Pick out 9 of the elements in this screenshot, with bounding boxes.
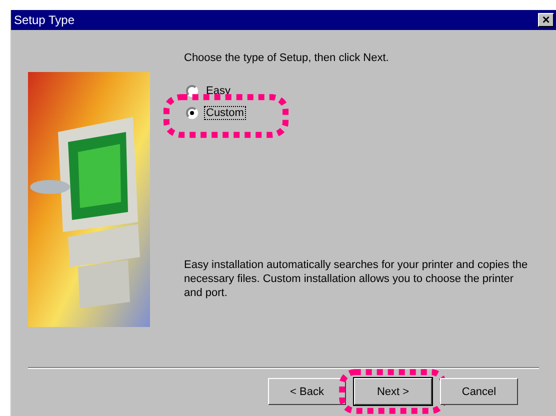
- dialog-button[interactable]: < Back: [268, 378, 346, 405]
- description-text: Easy installation automatically searches for your printer and copies the necessary files. Custom installation allows you to choose the printer and port.: [184, 258, 529, 300]
- close-button[interactable]: ×: [538, 13, 554, 27]
- dialog-button[interactable]: Next >: [354, 378, 432, 405]
- radio-button[interactable]: [186, 107, 198, 119]
- radio-option[interactable]: Easy: [186, 84, 232, 98]
- instruction-text: Choose the type of Setup, then click Next.: [184, 52, 390, 64]
- window-title: Setup Type: [14, 13, 74, 27]
- dialog-button[interactable]: Cancel: [440, 378, 518, 405]
